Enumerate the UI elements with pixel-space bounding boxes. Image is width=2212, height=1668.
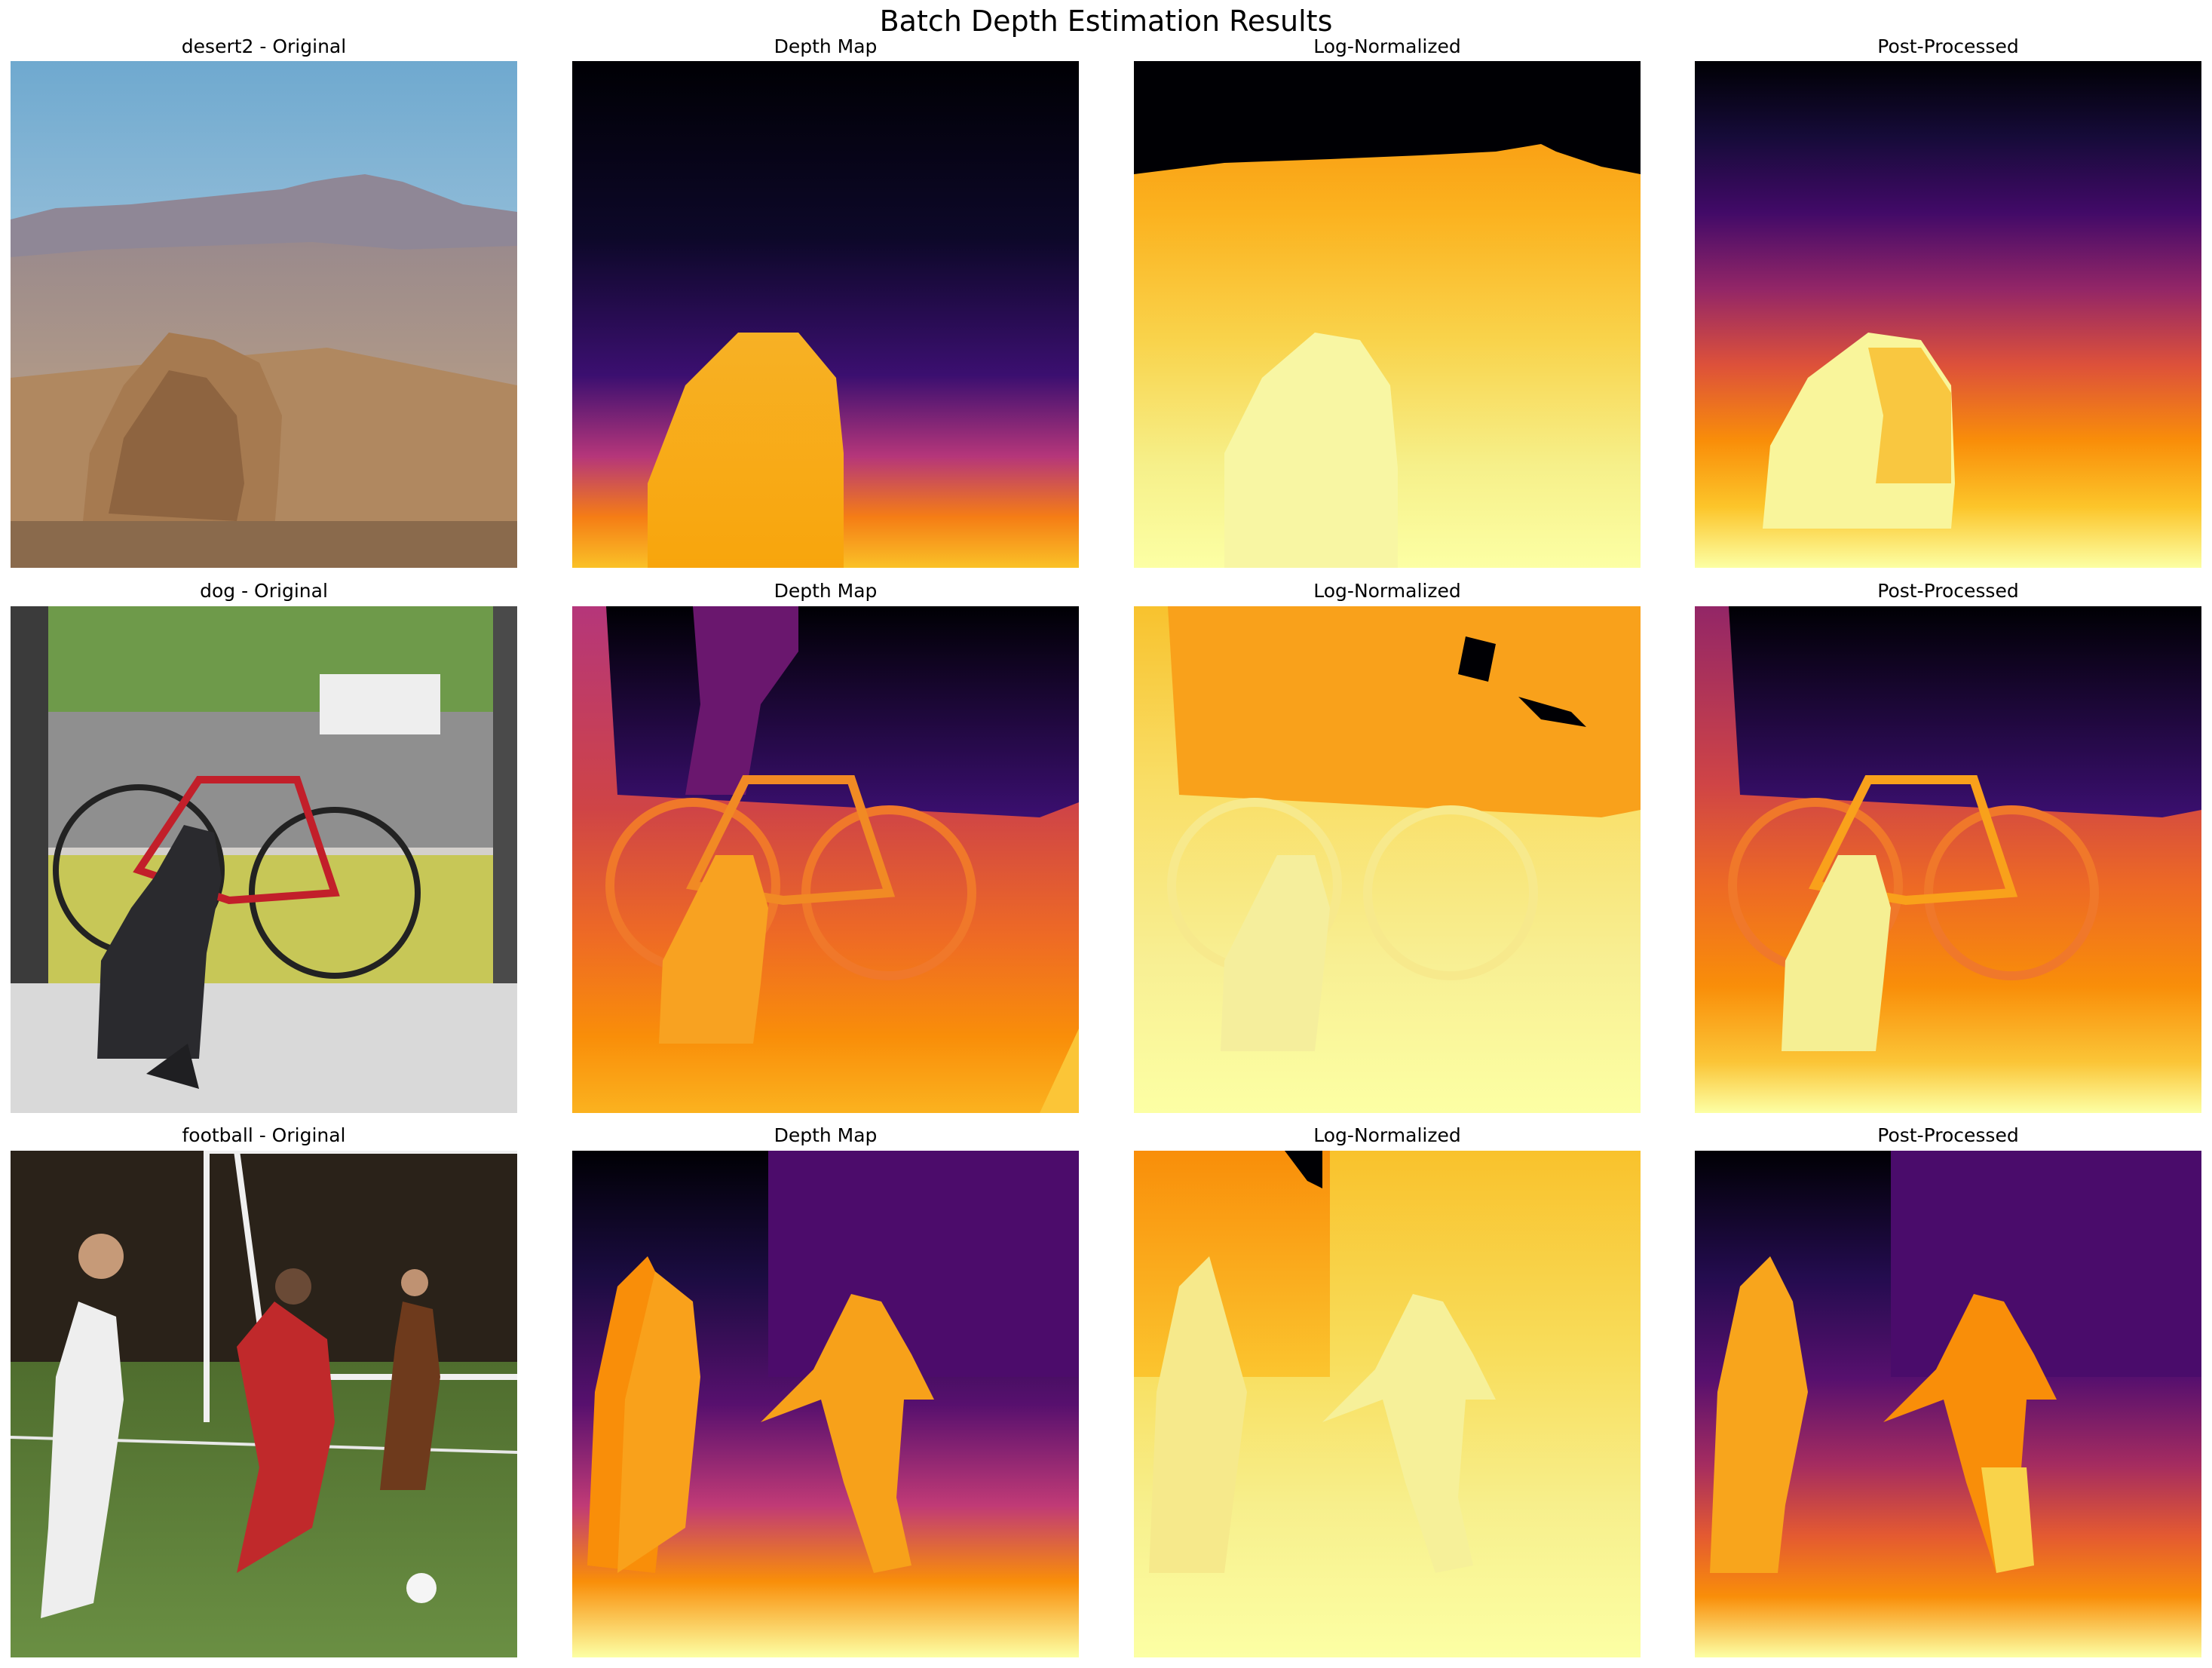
panel-title-football-log: Log-Normalized bbox=[1313, 1124, 1461, 1146]
football-depth-map bbox=[572, 1151, 1079, 1657]
panel-title-dog-post: Post-Processed bbox=[1877, 580, 2019, 602]
panel-title-desert2-post: Post-Processed bbox=[1877, 35, 2019, 57]
panel-title-football-original: football - Original bbox=[182, 1124, 346, 1146]
panel-title-dog-original: dog - Original bbox=[200, 580, 328, 602]
panel-title-desert2-original: desert2 - Original bbox=[181, 35, 347, 57]
figure-title: Batch Depth Estimation Results bbox=[879, 5, 1333, 38]
dog-depth-map bbox=[572, 606, 1079, 1113]
dog-log-normalized bbox=[1134, 606, 1641, 1113]
panel-title-dog-depth: Depth Map bbox=[774, 580, 878, 602]
football-original-image bbox=[11, 1151, 517, 1657]
desert2-depth-map bbox=[572, 61, 1079, 568]
panel-title-dog-log: Log-Normalized bbox=[1313, 580, 1461, 602]
desert2-log-normalized bbox=[1134, 61, 1641, 568]
panel-title-football-depth: Depth Map bbox=[774, 1124, 878, 1146]
dog-original-image bbox=[11, 606, 517, 1113]
desert2-post-processed bbox=[1695, 61, 2201, 568]
football-log-normalized bbox=[1134, 1151, 1641, 1657]
panel-title-football-post: Post-Processed bbox=[1877, 1124, 2019, 1146]
desert2-original-image bbox=[11, 61, 517, 568]
dog-post-processed bbox=[1695, 606, 2201, 1113]
panel-title-desert2-depth: Depth Map bbox=[774, 35, 878, 57]
football-post-processed bbox=[1695, 1151, 2201, 1657]
panel-title-desert2-log: Log-Normalized bbox=[1313, 35, 1461, 57]
